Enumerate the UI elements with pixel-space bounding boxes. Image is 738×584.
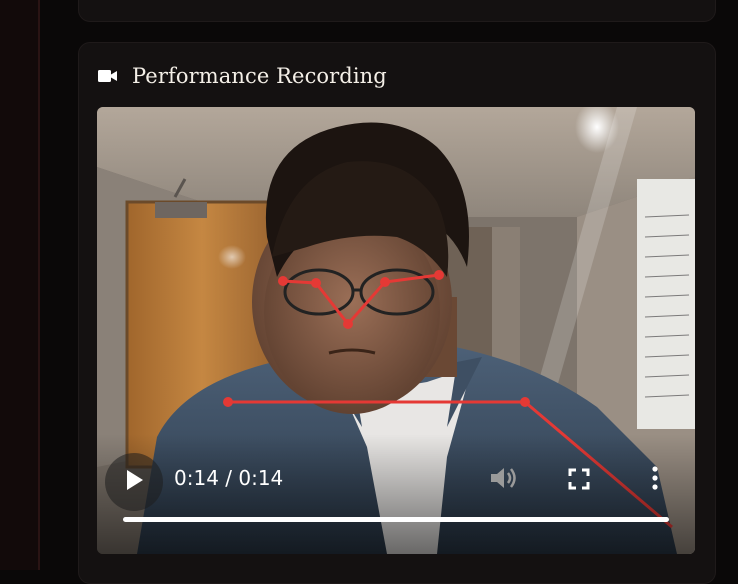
pose-keypoint <box>223 397 233 407</box>
more-options-icon[interactable] <box>650 466 660 494</box>
previous-card <box>78 0 716 22</box>
video-player[interactable]: 0:14 / 0:14 <box>97 107 695 554</box>
pose-keypoint <box>343 319 353 329</box>
controls-overlay <box>97 434 695 554</box>
time-display: 0:14 / 0:14 <box>174 466 284 490</box>
pose-keypoint <box>520 397 530 407</box>
left-sidebar <box>0 0 38 570</box>
pose-keypoint <box>434 270 444 280</box>
fullscreen-icon[interactable] <box>568 468 590 494</box>
pose-keypoint <box>311 278 321 288</box>
section-title: Performance Recording <box>132 64 387 88</box>
video-camera-icon <box>98 69 118 83</box>
play-button[interactable] <box>105 453 163 511</box>
play-icon <box>124 469 144 495</box>
progress-bar[interactable] <box>123 517 669 522</box>
volume-icon[interactable] <box>489 465 517 495</box>
sidebar-divider <box>38 0 40 570</box>
section-header: Performance Recording <box>98 62 387 90</box>
pose-keypoint <box>278 276 288 286</box>
pose-keypoint <box>380 277 390 287</box>
